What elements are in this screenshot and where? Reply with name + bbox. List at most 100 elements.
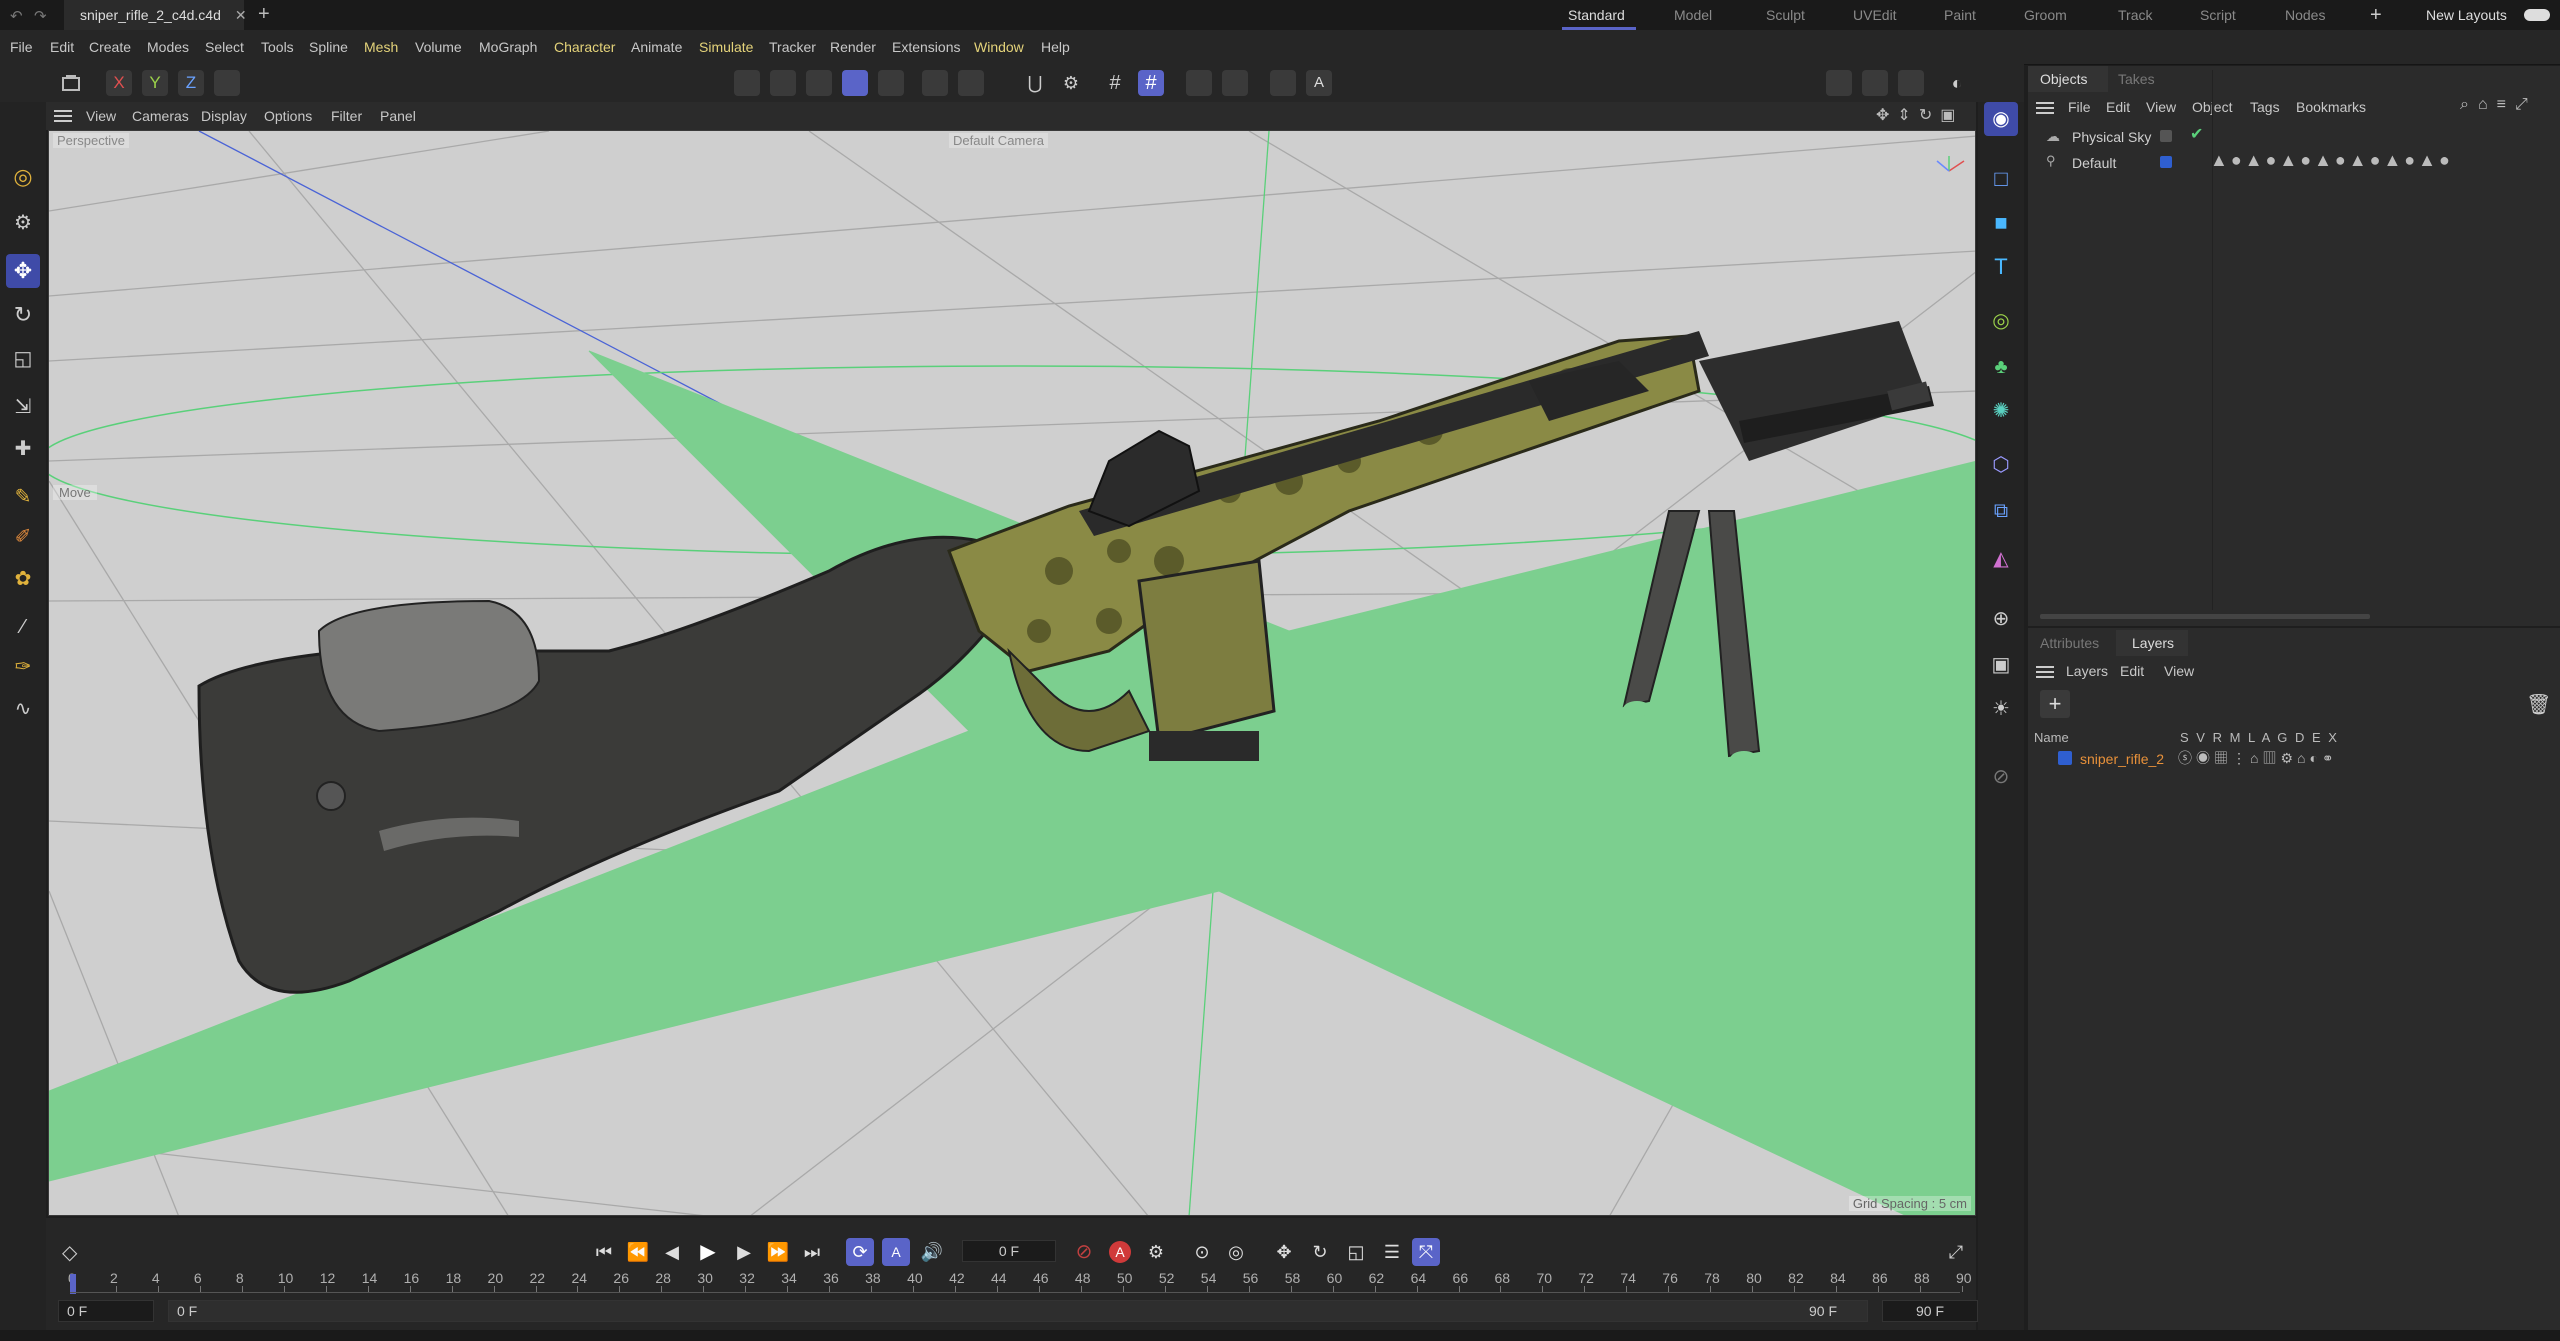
menu-extensions[interactable]: Extensions: [892, 30, 960, 64]
document-tab[interactable]: sniper_rifle_2_c4d.c4d ✕: [64, 0, 247, 30]
menu-animate[interactable]: Animate: [631, 30, 682, 64]
object-row-physical-sky[interactable]: Physical Sky: [2072, 126, 2151, 148]
current-frame-field[interactable]: 0 F: [962, 1240, 1056, 1262]
model-mode-icon[interactable]: [842, 70, 868, 96]
add-tab-icon[interactable]: +: [258, 3, 270, 26]
generator-icon[interactable]: ◎: [1984, 304, 2018, 338]
previous-frame-icon[interactable]: ◀: [658, 1238, 686, 1266]
rotate-tool-icon[interactable]: ↻: [6, 298, 40, 332]
layer-flag-icons[interactable]: ⓢ◉▦⋮⌂▥⚙⌂◐⚭: [2178, 748, 2338, 768]
objects-menu-tags[interactable]: Tags: [2250, 96, 2280, 118]
layout-toggle[interactable]: [2524, 9, 2550, 21]
horizontal-scrollbar[interactable]: [2040, 614, 2370, 619]
menu-mograph[interactable]: MoGraph: [479, 30, 537, 64]
workplane-grid-icon[interactable]: #: [1138, 70, 1164, 96]
layout-nodes[interactable]: Nodes: [2285, 0, 2325, 30]
go-to-start-icon[interactable]: ⏮: [590, 1238, 618, 1266]
menu-mesh[interactable]: Mesh: [364, 30, 398, 64]
soft-selection-icon[interactable]: [1186, 70, 1212, 96]
axis-mode-icon[interactable]: [922, 70, 948, 96]
menu-simulate[interactable]: Simulate: [699, 30, 753, 64]
layout-script[interactable]: Script: [2200, 0, 2236, 30]
snap-settings-icon[interactable]: ⚙: [1058, 70, 1084, 96]
layers-menu-icon[interactable]: [2036, 664, 2054, 680]
scale-key-icon[interactable]: ◱: [1342, 1238, 1370, 1266]
rotation-key-icon[interactable]: ↻: [1306, 1238, 1334, 1266]
preview-range-bar[interactable]: 0 F 90 F: [168, 1300, 1868, 1322]
mograph-cloner-icon[interactable]: ♣: [1984, 350, 2018, 384]
transfer-tool-icon[interactable]: ⇲: [6, 390, 40, 424]
scene-nodes-icon[interactable]: ⊘: [1984, 760, 2018, 794]
cube-icon[interactable]: ■: [1984, 206, 2018, 240]
undo-icon[interactable]: ↶: [10, 7, 23, 25]
world-coords-icon[interactable]: [214, 70, 240, 96]
menu-spline[interactable]: Spline: [309, 30, 348, 64]
viewport-layout-icon[interactable]: ◉: [1984, 102, 2018, 136]
tab-takes[interactable]: Takes: [2118, 66, 2155, 92]
layout-track[interactable]: Track: [2118, 0, 2152, 30]
points-mode-icon[interactable]: [734, 70, 760, 96]
parameter-key-icon[interactable]: ☰: [1378, 1238, 1406, 1266]
redshift-icon[interactable]: ◐: [1944, 70, 1970, 96]
tab-attributes[interactable]: Attributes: [2040, 630, 2099, 656]
scale-tool-icon[interactable]: ◱: [6, 342, 40, 376]
coordinate-system-icon[interactable]: [58, 70, 84, 96]
deformer-icon[interactable]: ✺: [1984, 394, 2018, 428]
timeline-expand-icon[interactable]: ⤢: [1942, 1238, 1970, 1266]
preview-range-icon[interactable]: A: [882, 1238, 910, 1266]
menu-tools[interactable]: Tools: [261, 30, 294, 64]
edges-mode-icon[interactable]: [770, 70, 796, 96]
objects-search-icons[interactable]: ⌕⌂≡⤢: [2460, 96, 2537, 114]
viewport-solo-icon[interactable]: [1270, 70, 1296, 96]
layout-groom[interactable]: Groom: [2024, 0, 2067, 30]
tab-objects[interactable]: Objects: [2040, 66, 2087, 92]
menu-select[interactable]: Select: [205, 30, 244, 64]
menu-create[interactable]: Create: [89, 30, 131, 64]
material-tags[interactable]: ▲●▲●▲●▲●▲●▲●▲●: [2210, 150, 2453, 171]
key-settings-icon[interactable]: ⚙: [1142, 1238, 1170, 1266]
check-icon[interactable]: ✔: [2190, 124, 2203, 144]
spline-pen-icon[interactable]: ✎: [6, 480, 40, 514]
live-selection-icon[interactable]: ◎: [6, 160, 40, 194]
new-layouts-button[interactable]: New Layouts: [2426, 0, 2507, 30]
play-icon[interactable]: ▶: [694, 1238, 722, 1266]
layout-paint[interactable]: Paint: [1944, 0, 1976, 30]
previous-key-icon[interactable]: ⏪: [624, 1238, 652, 1266]
auto-keying-icon[interactable]: A: [1306, 70, 1332, 96]
pla-key-icon[interactable]: ⤧: [1412, 1238, 1440, 1266]
menu-edit[interactable]: Edit: [50, 30, 74, 64]
objects-menu-view[interactable]: View: [2146, 96, 2176, 118]
menu-tracker[interactable]: Tracker: [769, 30, 816, 64]
effector-icon[interactable]: ⧉: [1984, 494, 2018, 528]
auto-key-icon[interactable]: A: [1106, 1238, 1134, 1266]
add-layer-button[interactable]: +: [2040, 690, 2070, 718]
measure-tool-icon[interactable]: ∿: [6, 692, 40, 726]
viewport-menu-panel[interactable]: Panel: [380, 102, 416, 130]
light-icon[interactable]: ☀: [1984, 692, 2018, 726]
polygons-mode-icon[interactable]: [806, 70, 832, 96]
trash-icon[interactable]: 🗑: [2526, 692, 2551, 717]
viewport-menu-view[interactable]: View: [86, 102, 116, 130]
layer-swatch-blue[interactable]: [2160, 156, 2172, 168]
viewport-menu-cameras[interactable]: Cameras: [132, 102, 189, 130]
knife-icon[interactable]: ✑: [6, 650, 40, 684]
layers-menu-layers[interactable]: Layers: [2066, 660, 2108, 682]
transform-tool-icon[interactable]: ✚: [6, 432, 40, 466]
objects-menu-icon[interactable]: [2036, 100, 2054, 116]
objects-menu-bookmarks[interactable]: Bookmarks: [2296, 96, 2366, 118]
camera-icon[interactable]: ▣: [1984, 648, 2018, 682]
menu-help[interactable]: Help: [1041, 30, 1070, 64]
redo-icon[interactable]: ↷: [34, 7, 47, 25]
locking-icon[interactable]: [1222, 70, 1248, 96]
add-layout-icon[interactable]: +: [2370, 0, 2382, 30]
layout-model[interactable]: Model: [1674, 0, 1712, 30]
volume-icon[interactable]: ◭: [1984, 542, 2018, 576]
viewport-navigation-icons[interactable]: ✥⇕↻▣: [1876, 105, 1963, 125]
3d-viewport[interactable]: Perspective Default Camera Move Grid Spa…: [48, 130, 1976, 1216]
next-key-icon[interactable]: ⏩: [764, 1238, 792, 1266]
layout-sculpt[interactable]: Sculpt: [1766, 0, 1805, 30]
magnet-icon[interactable]: ⋃: [1022, 70, 1048, 96]
axis-y-toggle[interactable]: Y: [142, 70, 168, 96]
timeline-options-icon[interactable]: ◎: [1222, 1238, 1250, 1266]
render-to-picture-viewer-icon[interactable]: [1862, 70, 1888, 96]
